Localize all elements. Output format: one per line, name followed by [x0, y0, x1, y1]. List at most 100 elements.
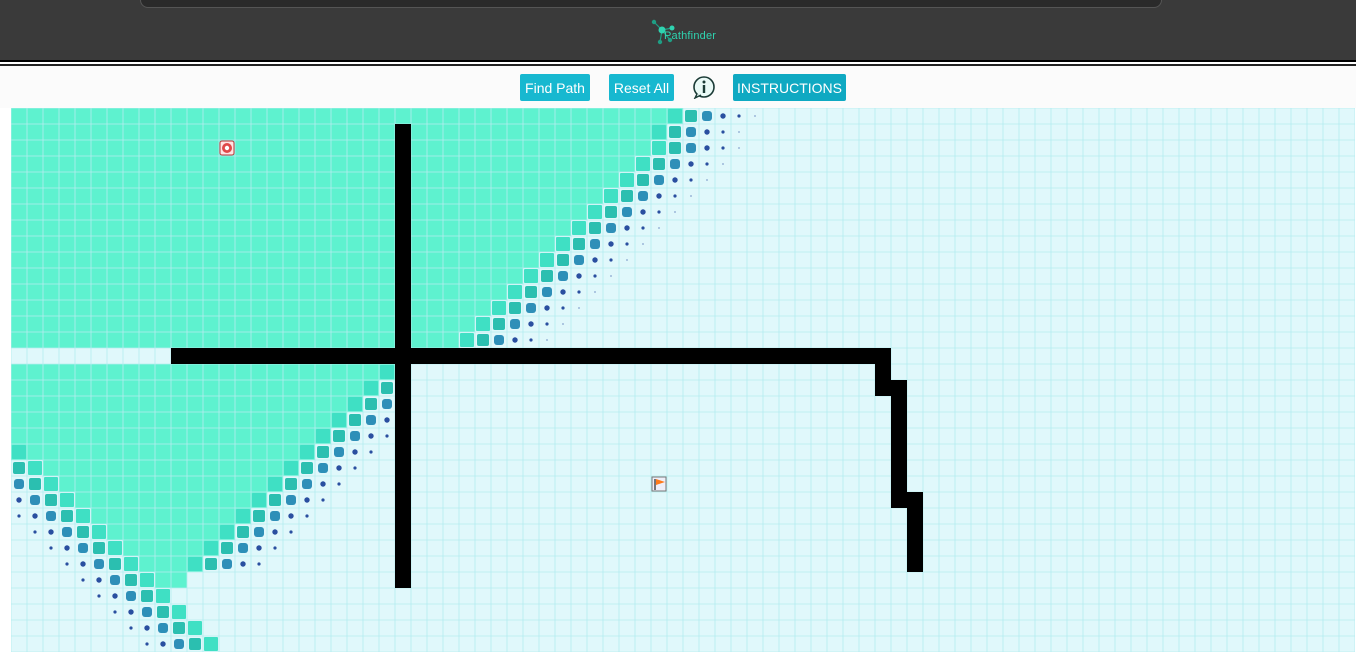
visited-cell: [587, 108, 603, 124]
visited-cell: [139, 124, 155, 140]
visited-cell: [11, 172, 27, 188]
visited-cell: [267, 364, 283, 380]
visited-cell: [91, 108, 107, 124]
frontier-dot: [528, 321, 534, 327]
visited-cell: [251, 396, 267, 412]
visited-cell: [107, 476, 123, 492]
visited-cell: [155, 252, 171, 268]
frontier-dot: [128, 609, 134, 615]
frontier-dot: [721, 146, 725, 150]
grid-canvas[interactable]: [11, 108, 1355, 652]
visited-cell: [555, 172, 571, 188]
visited-cell: [203, 252, 219, 268]
visited-cell: [251, 412, 267, 428]
visited-cell: [411, 188, 427, 204]
frontier-dot: [592, 257, 598, 263]
visited-cell: [443, 124, 459, 140]
visited-cell: [11, 316, 27, 332]
visited-cell: [11, 268, 27, 284]
visited-cell: [187, 188, 203, 204]
frontier-cell: [349, 414, 361, 426]
visited-cell: [171, 556, 187, 572]
info-circle-icon[interactable]: [692, 75, 716, 100]
wall-segment: [907, 492, 923, 572]
visited-cell: [171, 332, 187, 348]
visited-cell: [139, 396, 155, 412]
visited-cell: [27, 412, 43, 428]
visited-cell: [347, 300, 363, 316]
visited-cell: [523, 236, 539, 252]
visited-cell: [155, 572, 171, 588]
visited-cell: [171, 316, 187, 332]
visited-cell: [219, 268, 235, 284]
frontier-dot: [672, 177, 678, 183]
visited-cell: [283, 156, 299, 172]
frontier-cell: [477, 334, 489, 346]
visited-cell: [267, 460, 283, 476]
frontier-dot: [273, 546, 277, 550]
frontier-dot: [705, 162, 709, 166]
visited-cell: [539, 204, 555, 220]
visited-cell: [443, 156, 459, 172]
visited-cell: [123, 220, 139, 236]
visited-cell: [187, 460, 203, 476]
frontier-cell: [702, 111, 712, 121]
brand-logo[interactable]: Pathfinder: [650, 18, 730, 46]
visited-cell: [267, 204, 283, 220]
visited-cell: [283, 172, 299, 188]
visited-cell: [235, 236, 251, 252]
visited-cell: [299, 236, 315, 252]
visited-cell: [411, 252, 427, 268]
frontier-cell: [382, 399, 392, 409]
visited-cell: [475, 156, 491, 172]
visited-cell: [443, 284, 459, 300]
visited-cell: [59, 412, 75, 428]
visited-cell: [107, 236, 123, 252]
frontier-dot: [49, 546, 53, 550]
frontier-dot: [608, 241, 614, 247]
frontier-cell: [669, 142, 681, 154]
visited-cell: [347, 380, 363, 396]
visited-cell: [75, 316, 91, 332]
visited-cell: [203, 188, 219, 204]
wall-segment: [171, 348, 891, 364]
pathfinding-grid[interactable]: [11, 108, 1355, 652]
browser-top-bar: Pathfinder: [0, 0, 1356, 62]
visited-cell: [331, 140, 347, 156]
frontier-cell: [156, 589, 170, 603]
visited-cell: [315, 156, 331, 172]
wall-segment: [891, 380, 907, 508]
visited-cell: [139, 156, 155, 172]
visited-cell: [123, 300, 139, 316]
visited-cell: [459, 188, 475, 204]
frontier-cell: [157, 606, 169, 618]
frontier-cell: [556, 237, 570, 251]
visited-cell: [507, 188, 523, 204]
find-path-button[interactable]: Find Path: [520, 74, 590, 101]
visited-cell: [267, 428, 283, 444]
visited-cell: [123, 524, 139, 540]
visited-cell: [91, 380, 107, 396]
frontier-dot: [721, 130, 725, 134]
visited-cell: [443, 268, 459, 284]
visited-cell: [27, 204, 43, 220]
address-bar[interactable]: [140, 0, 1162, 8]
visited-cell: [219, 252, 235, 268]
reset-all-button[interactable]: Reset All: [609, 74, 674, 101]
visited-cell: [203, 108, 219, 124]
frontier-dot: [32, 513, 38, 519]
instructions-button[interactable]: INSTRUCTIONS: [733, 74, 846, 101]
visited-cell: [155, 332, 171, 348]
visited-cell: [139, 236, 155, 252]
frontier-cell: [110, 575, 120, 585]
frontier-cell: [221, 542, 233, 554]
visited-cell: [427, 316, 443, 332]
frontier-cell: [334, 447, 344, 457]
visited-cell: [251, 476, 267, 492]
visited-cell: [283, 380, 299, 396]
visited-cell: [507, 108, 523, 124]
frontier-cell: [686, 143, 696, 153]
visited-cell: [203, 284, 219, 300]
frontier-cell: [380, 365, 394, 379]
visited-cell: [299, 284, 315, 300]
